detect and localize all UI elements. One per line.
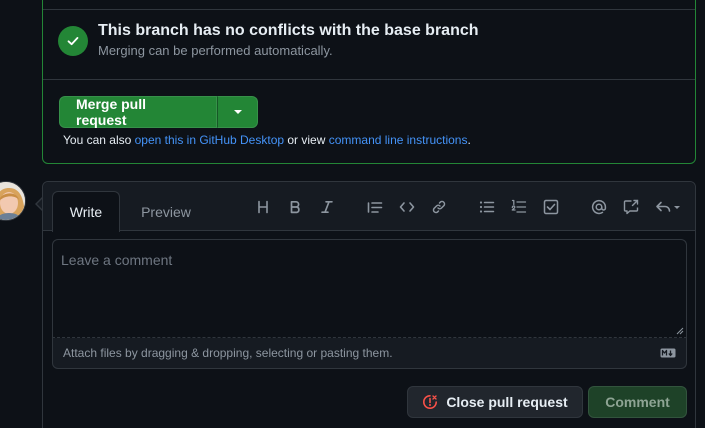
merge-alt-middle: or view (284, 133, 329, 147)
merge-alt-suffix: . (467, 133, 471, 147)
attach-files-text: Attach files by dragging & dropping, sel… (63, 346, 393, 360)
comment-textarea[interactable]: Leave a comment (52, 239, 687, 338)
comment-placeholder: Leave a comment (61, 252, 173, 268)
open-github-desktop-link[interactable]: open this in GitHub Desktop (135, 133, 284, 147)
merge-alt-prefix: You can also (63, 133, 135, 147)
merge-alternatives-text: You can also open this in GitHub Desktop… (63, 133, 471, 147)
comment-submit-button[interactable]: Comment (588, 386, 687, 418)
merge-button-group: Merge pull request (59, 96, 258, 128)
markdown-icon[interactable] (660, 348, 676, 358)
resize-handle-icon[interactable] (676, 327, 684, 335)
quote-icon[interactable] (364, 196, 386, 218)
ordered-list-icon[interactable] (508, 196, 530, 218)
italic-icon[interactable] (316, 196, 338, 218)
tab-preview[interactable]: Preview (131, 191, 201, 232)
merge-status: This branch has no conflicts with the ba… (43, 9, 695, 80)
comment-header: Write Preview (43, 182, 695, 232)
command-line-instructions-link[interactable]: command line instructions (329, 133, 468, 147)
merge-status-subtitle: Merging can be performed automatically. (98, 43, 333, 58)
task-list-icon[interactable] (540, 196, 562, 218)
cross-reference-icon[interactable] (620, 196, 642, 218)
code-icon[interactable] (396, 196, 418, 218)
bold-icon[interactable] (284, 196, 306, 218)
mention-icon[interactable] (588, 196, 610, 218)
saved-replies-icon[interactable] (653, 196, 685, 218)
caret-down-icon (233, 110, 242, 114)
check-circle-icon (58, 26, 88, 56)
comment-box: Write Preview Leave a comment Attach fil… (42, 181, 696, 428)
merge-pull-request-button[interactable]: Merge pull request (59, 96, 217, 128)
avatar[interactable] (0, 181, 26, 221)
merge-options-dropdown[interactable] (217, 96, 258, 128)
close-pr-icon (423, 395, 438, 409)
attach-files-bar[interactable]: Attach files by dragging & dropping, sel… (52, 338, 687, 369)
close-pull-request-button[interactable]: Close pull request (407, 386, 583, 418)
merge-box: This branch has no conflicts with the ba… (42, 0, 696, 164)
heading-icon[interactable] (252, 196, 274, 218)
merge-status-title: This branch has no conflicts with the ba… (98, 22, 479, 39)
close-pull-request-label: Close pull request (446, 394, 568, 410)
unordered-list-icon[interactable] (476, 196, 498, 218)
link-icon[interactable] (428, 196, 450, 218)
tab-write[interactable]: Write (52, 191, 120, 232)
